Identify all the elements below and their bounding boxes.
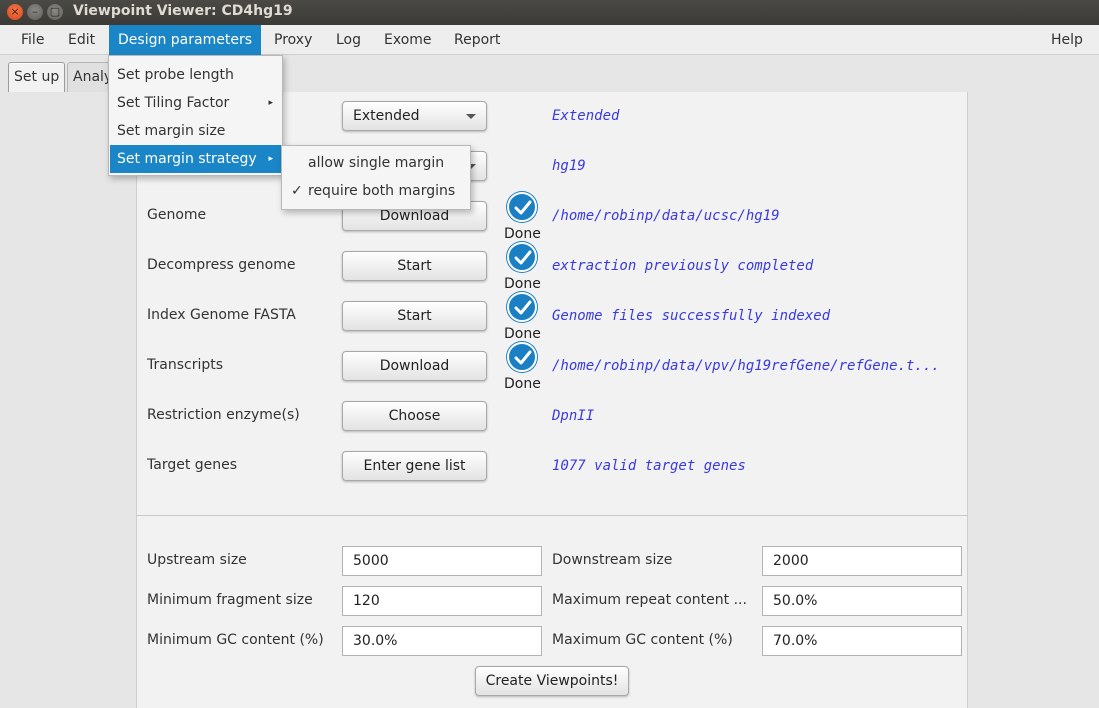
- restriction-enzyme-label: Restriction enzyme(s): [147, 407, 300, 423]
- design-parameters-menu: Set probe length Set Tiling Factor ▸ Set…: [108, 55, 283, 176]
- checkmark-icon: [507, 292, 537, 322]
- checkmark-icon: [507, 342, 537, 372]
- choose-enzyme-button[interactable]: Choose: [342, 401, 487, 431]
- menu-item-label: allow single margin: [308, 155, 445, 171]
- enzyme-status: DpnII: [552, 408, 595, 424]
- minimize-icon[interactable]: –: [27, 4, 43, 20]
- genome-done-label: Done: [504, 226, 541, 242]
- min-fragment-size-field[interactable]: 120: [342, 586, 542, 616]
- decompress-status: extraction previously completed: [552, 258, 814, 274]
- checkmark-icon: [507, 242, 537, 272]
- max-gc-content-label: Maximum GC content (%): [552, 632, 733, 648]
- menu-item-label: Set margin size: [117, 123, 226, 139]
- menu-bar: File Edit Design parameters Proxy Log Ex…: [0, 25, 1099, 55]
- max-repeat-content-field[interactable]: 50.0%: [762, 586, 962, 616]
- menu-item-set-margin-size[interactable]: Set margin size: [110, 117, 281, 145]
- downstream-size-label: Downstream size: [552, 552, 673, 568]
- min-gc-content-label: Minimum GC content (%): [147, 632, 324, 648]
- menu-item-set-probe-length[interactable]: Set probe length: [110, 61, 281, 89]
- menu-item-set-margin-strategy[interactable]: Set margin strategy ▸: [110, 145, 281, 173]
- enter-gene-list-button[interactable]: Enter gene list: [342, 451, 487, 481]
- maximize-icon[interactable]: ▢: [47, 4, 63, 20]
- menu-design-parameters[interactable]: Design parameters: [109, 25, 261, 55]
- menu-report[interactable]: Report: [445, 25, 509, 55]
- create-viewpoints-button[interactable]: Create Viewpoints!: [475, 666, 629, 696]
- window-title: Viewpoint Viewer: CD4hg19: [73, 3, 293, 19]
- min-gc-content-field[interactable]: 30.0%: [342, 626, 542, 656]
- submenu-arrow-icon: ▸: [268, 154, 273, 164]
- menu-help[interactable]: Help: [1042, 25, 1092, 55]
- upstream-size-label: Upstream size: [147, 552, 247, 568]
- transcripts-done-label: Done: [504, 376, 541, 392]
- genome-build-status: hg19: [552, 158, 586, 174]
- transcripts-status: /home/robinp/data/vpv/hg19refGene/refGen…: [552, 358, 940, 374]
- upstream-size-field[interactable]: 5000: [342, 546, 542, 576]
- transcripts-label: Transcripts: [147, 357, 224, 373]
- index-fasta-label: Index Genome FASTA: [147, 307, 296, 323]
- menu-item-require-both-margins[interactable]: ✓ require both margins: [283, 177, 469, 205]
- max-gc-content-field[interactable]: 70.0%: [762, 626, 962, 656]
- section-divider: [137, 515, 967, 516]
- decompress-start-button[interactable]: Start: [342, 251, 487, 281]
- approach-combo[interactable]: Extended: [342, 101, 487, 131]
- decompress-label: Decompress genome: [147, 257, 296, 273]
- menu-log[interactable]: Log: [327, 25, 370, 55]
- min-fragment-size-label: Minimum fragment size: [147, 592, 313, 608]
- menu-item-allow-single-margin[interactable]: allow single margin: [283, 149, 469, 177]
- decompress-done-label: Done: [504, 276, 541, 292]
- approach-status: Extended: [552, 108, 620, 124]
- max-repeat-content-label: Maximum repeat content ...: [552, 592, 747, 608]
- margin-strategy-submenu: allow single margin ✓ require both margi…: [281, 145, 471, 210]
- downstream-size-field[interactable]: 2000: [762, 546, 962, 576]
- genome-status: /home/robinp/data/ucsc/hg19: [552, 208, 780, 224]
- transcripts-download-button[interactable]: Download: [342, 351, 487, 381]
- menu-item-label: Set probe length: [117, 67, 234, 83]
- target-genes-label: Target genes: [147, 457, 238, 473]
- chevron-down-icon: [466, 114, 476, 119]
- target-genes-status: 1077 valid target genes: [552, 458, 746, 474]
- menu-file[interactable]: File: [12, 25, 53, 55]
- genome-label: Genome: [147, 207, 207, 223]
- menu-item-label: Set margin strategy: [117, 151, 257, 167]
- menu-proxy[interactable]: Proxy: [265, 25, 321, 55]
- approach-combo-value: Extended: [353, 108, 420, 124]
- tab-set-up[interactable]: Set up: [8, 62, 66, 92]
- menu-item-set-tiling-factor[interactable]: Set Tiling Factor ▸: [110, 89, 281, 117]
- menu-item-label: Set Tiling Factor: [117, 95, 230, 111]
- close-icon[interactable]: ×: [7, 4, 23, 20]
- index-status: Genome files successfully indexed: [552, 308, 831, 324]
- checkmark-icon: ✓: [291, 183, 303, 199]
- index-start-button[interactable]: Start: [342, 301, 487, 331]
- submenu-arrow-icon: ▸: [268, 98, 273, 108]
- menu-edit[interactable]: Edit: [59, 25, 104, 55]
- index-done-label: Done: [504, 326, 541, 342]
- menu-item-label: require both margins: [308, 183, 456, 199]
- checkmark-icon: [507, 192, 537, 222]
- menu-exome[interactable]: Exome: [375, 25, 441, 55]
- title-bar: × – ▢ Viewpoint Viewer: CD4hg19: [0, 0, 1099, 25]
